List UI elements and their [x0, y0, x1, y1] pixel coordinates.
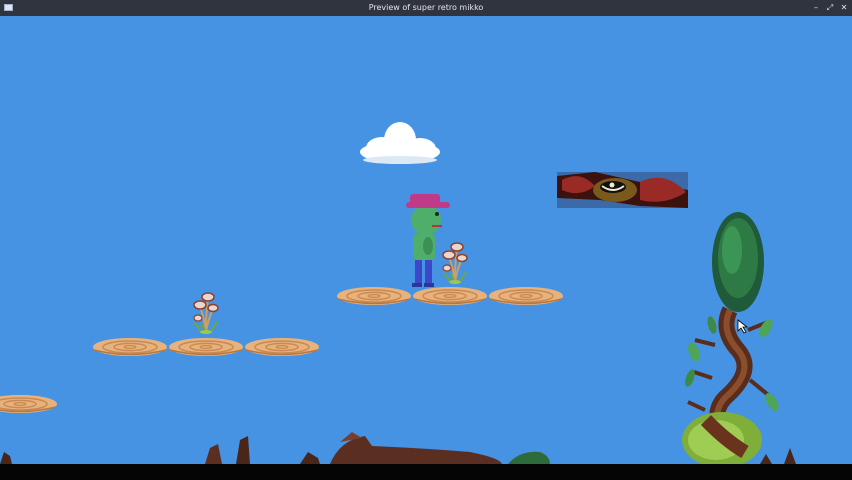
cursor-icon: [737, 319, 749, 334]
wooden-platform-icon: [336, 286, 412, 306]
tree-icon: [682, 212, 779, 464]
minimize-button[interactable]: –: [812, 3, 820, 13]
game-preview-window: Preview of super retro mikko – ⤢ ✕: [0, 0, 852, 480]
wooden-platform-icon: [412, 286, 488, 306]
platform-row-far-left: [0, 394, 58, 414]
window-controls: – ⤢ ✕: [812, 0, 848, 16]
app-icon: [4, 4, 13, 11]
flying-enemy-icon: [557, 172, 688, 208]
wooden-platform-icon: [92, 337, 168, 357]
ground-debris: [0, 432, 796, 464]
cloud-icon: [360, 122, 440, 164]
game-canvas[interactable]: [0, 16, 852, 464]
maximize-button[interactable]: ⤢: [826, 3, 834, 13]
wooden-platform-icon: [0, 394, 58, 414]
platform-row-upper: [336, 286, 564, 306]
window-title: Preview of super retro mikko: [368, 3, 484, 12]
mushroom-plant-icon: [193, 292, 219, 335]
wooden-platform-icon: [168, 337, 244, 357]
wooden-platform-icon: [244, 337, 320, 357]
close-button[interactable]: ✕: [840, 3, 848, 13]
window-titlebar[interactable]: Preview of super retro mikko – ⤢ ✕: [0, 0, 852, 16]
wooden-platform-icon: [488, 286, 564, 306]
mushroom-plant-icon: [442, 242, 468, 285]
window-bottom-edge: [0, 464, 852, 480]
platform-row-lower: [92, 337, 320, 357]
